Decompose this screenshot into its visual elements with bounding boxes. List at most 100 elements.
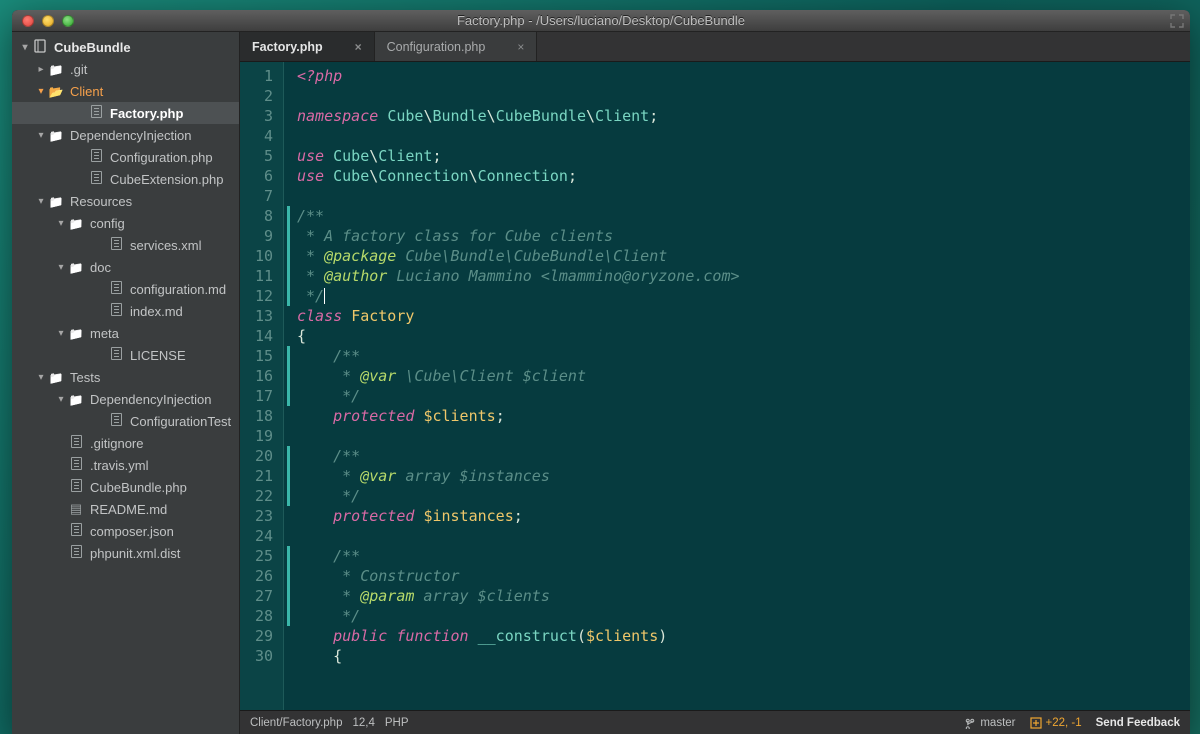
sidebar[interactable]: ▾ CubeBundle ▸.git▾Client Factory.php▾De… [12, 32, 240, 734]
git-branch[interactable]: master [964, 717, 1015, 729]
tree-item-label: config [90, 216, 125, 231]
code-editor[interactable]: 1234567891011121314151617181920212223242… [240, 62, 1190, 710]
code-line[interactable]: * @param array $clients [287, 586, 1190, 606]
line-number: 19 [240, 426, 273, 446]
spacer [96, 350, 106, 361]
code-line[interactable]: { [297, 646, 1190, 666]
tree-item-label: DependencyInjection [90, 392, 211, 407]
sidebar-file-factory-php[interactable]: Factory.php [12, 102, 239, 124]
git-diff[interactable]: +22, -1 [1030, 717, 1082, 729]
code-line[interactable] [297, 526, 1190, 546]
code-line[interactable]: /** [287, 206, 1190, 226]
code-line[interactable]: * @var \Cube\Client $client [287, 366, 1190, 386]
code-line[interactable]: <?php [297, 66, 1190, 86]
sidebar-folder-dependencyinjection[interactable]: ▾DependencyInjection [12, 388, 239, 410]
code-line[interactable]: */ [287, 606, 1190, 626]
line-number: 30 [240, 646, 273, 666]
folder-open-icon [48, 84, 64, 99]
sidebar-file--gitignore[interactable]: .gitignore [12, 432, 239, 454]
line-number: 29 [240, 626, 273, 646]
spacer [56, 548, 66, 559]
sidebar-file-configuration-md[interactable]: configuration.md [12, 278, 239, 300]
diff-count: +22, -1 [1046, 717, 1082, 729]
code-line[interactable]: { [297, 326, 1190, 346]
code-line[interactable]: public function __construct($clients) [297, 626, 1190, 646]
code-line[interactable]: */ [287, 386, 1190, 406]
sidebar-file-configurationtest[interactable]: ConfigurationTest [12, 410, 239, 432]
tree-item-label: .git [70, 62, 87, 77]
code-line[interactable]: use Cube\Connection\Connection; [297, 166, 1190, 186]
code-line[interactable]: /** [287, 346, 1190, 366]
code-content[interactable]: <?php namespace Cube\Bundle\CubeBundle\C… [284, 62, 1190, 710]
sidebar-file-cubebundle-php[interactable]: CubeBundle.php [12, 476, 239, 498]
sidebar-file-readme-md[interactable]: README.md [12, 498, 239, 520]
code-line[interactable] [297, 426, 1190, 446]
chevron-right-icon: ▸ [36, 64, 46, 75]
code-line[interactable]: class Factory [297, 306, 1190, 326]
file-icon [88, 105, 104, 121]
branch-icon [964, 717, 976, 729]
maximize-icon[interactable] [1170, 14, 1184, 28]
sidebar-folder-doc[interactable]: ▾doc [12, 256, 239, 278]
code-line[interactable] [297, 186, 1190, 206]
code-line[interactable]: * A factory class for Cube clients [287, 226, 1190, 246]
minimize-button[interactable] [42, 15, 54, 27]
branch-name: master [980, 717, 1015, 729]
sidebar-file-license[interactable]: LICENSE [12, 344, 239, 366]
tab-label: Configuration.php [387, 40, 486, 54]
sidebar-file--travis-yml[interactable]: .travis.yml [12, 454, 239, 476]
code-line[interactable]: * @author Luciano Mammino <lmammino@oryz… [287, 266, 1190, 286]
code-line[interactable]: * @package Cube\Bundle\CubeBundle\Client [287, 246, 1190, 266]
sidebar-folder--git[interactable]: ▸ .git [12, 58, 239, 80]
folder-icon [68, 216, 84, 231]
status-language[interactable]: PHP [385, 717, 409, 729]
sidebar-file-services-xml[interactable]: services.xml [12, 234, 239, 256]
close-icon[interactable]: × [355, 40, 362, 54]
line-number: 10 [240, 246, 273, 266]
sidebar-folder-meta[interactable]: ▾meta [12, 322, 239, 344]
tree-item-label: composer.json [90, 524, 174, 539]
sidebar-file-configuration-php[interactable]: Configuration.php [12, 146, 239, 168]
line-number: 27 [240, 586, 273, 606]
sidebar-file-composer-json[interactable]: composer.json [12, 520, 239, 542]
code-line[interactable]: /** [287, 446, 1190, 466]
project-name: CubeBundle [54, 40, 131, 55]
code-line[interactable]: * @var array $instances [287, 466, 1190, 486]
project-root[interactable]: ▾ CubeBundle [12, 36, 239, 58]
status-cursor-position[interactable]: 12,4 [352, 717, 374, 729]
zoom-button[interactable] [62, 15, 74, 27]
code-line[interactable] [297, 86, 1190, 106]
tab-configuration-php[interactable]: Configuration.php × [375, 32, 538, 61]
tree-item-label: Configuration.php [110, 150, 213, 165]
code-line[interactable]: protected $clients; [297, 406, 1190, 426]
close-icon[interactable]: × [517, 40, 524, 54]
spacer [76, 152, 86, 163]
sidebar-folder-client[interactable]: ▾Client [12, 80, 239, 102]
tab-factory-php[interactable]: Factory.php× [240, 32, 375, 61]
titlebar[interactable]: Factory.php - /Users/luciano/Desktop/Cub… [12, 10, 1190, 32]
code-line[interactable]: * Constructor [287, 566, 1190, 586]
sidebar-folder-config[interactable]: ▾config [12, 212, 239, 234]
code-line[interactable]: */ [287, 486, 1190, 506]
code-line[interactable]: protected $instances; [297, 506, 1190, 526]
sidebar-folder-resources[interactable]: ▾Resources [12, 190, 239, 212]
file-icon [108, 237, 124, 253]
send-feedback-button[interactable]: Send Feedback [1096, 717, 1180, 729]
line-number: 18 [240, 406, 273, 426]
sidebar-folder-tests[interactable]: ▾Tests [12, 366, 239, 388]
code-line[interactable]: use Cube\Client; [297, 146, 1190, 166]
code-line[interactable]: /** [287, 546, 1190, 566]
tree-item-label: CubeExtension.php [110, 172, 223, 187]
spacer [56, 438, 66, 449]
code-line[interactable] [297, 126, 1190, 146]
tree-item-label: configuration.md [130, 282, 226, 297]
close-button[interactable] [22, 15, 34, 27]
code-line[interactable]: namespace Cube\Bundle\CubeBundle\Client; [297, 106, 1190, 126]
sidebar-file-index-md[interactable]: index.md [12, 300, 239, 322]
sidebar-folder-dependencyinjection[interactable]: ▾DependencyInjection [12, 124, 239, 146]
code-line[interactable]: */ [287, 286, 1190, 306]
sidebar-file-phpunit-xml-dist[interactable]: phpunit.xml.dist [12, 542, 239, 564]
line-number: 28 [240, 606, 273, 626]
status-path[interactable]: Client/Factory.php [250, 717, 342, 729]
sidebar-file-cubeextension-php[interactable]: CubeExtension.php [12, 168, 239, 190]
